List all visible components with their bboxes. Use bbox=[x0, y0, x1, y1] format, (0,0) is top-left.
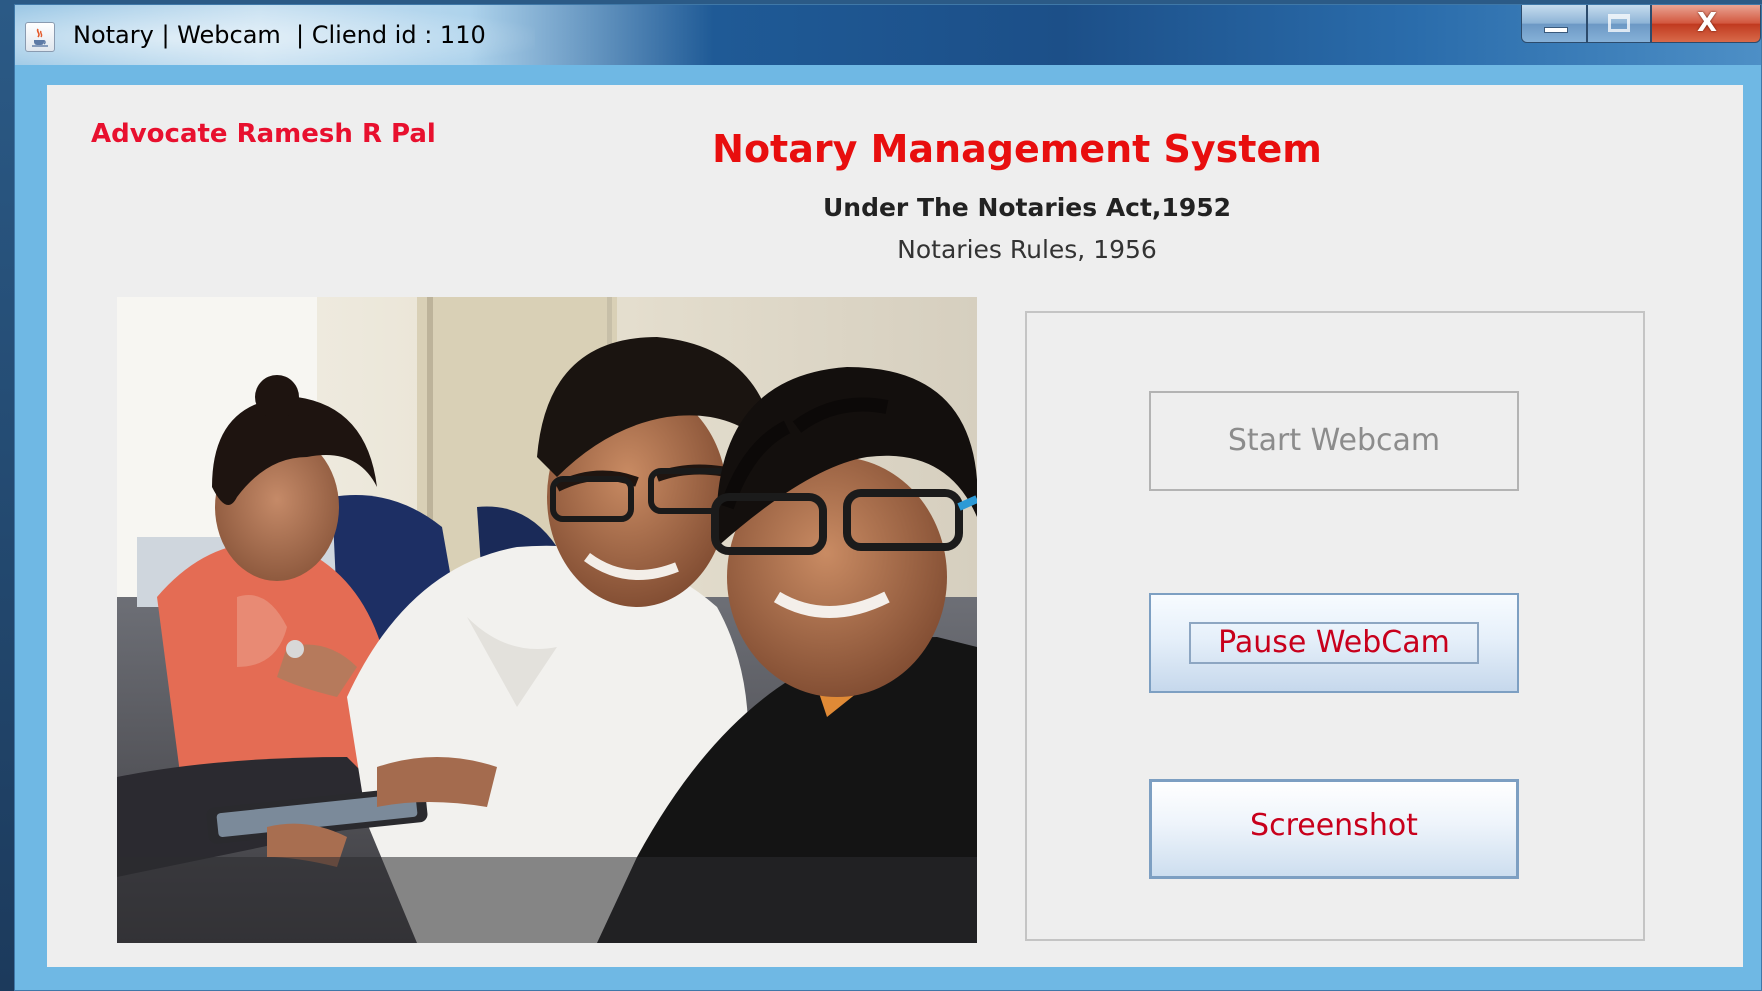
webcam-frame-image bbox=[117, 297, 977, 943]
desktop: Notary | Webcam | Cliend id : 110 X Advo… bbox=[0, 0, 1762, 991]
minimize-icon bbox=[1544, 27, 1568, 33]
close-icon: X bbox=[1696, 8, 1718, 38]
webcam-feed bbox=[117, 297, 977, 943]
title-bar[interactable]: Notary | Webcam | Cliend id : 110 X bbox=[15, 5, 1761, 65]
start-webcam-button[interactable]: Start Webcam bbox=[1149, 391, 1519, 491]
pause-webcam-label: Pause WebCam bbox=[1189, 622, 1479, 664]
maximize-icon bbox=[1608, 14, 1630, 32]
window-title: Notary | Webcam | Cliend id : 110 bbox=[73, 21, 486, 49]
window-controls: X bbox=[1521, 5, 1761, 43]
page-title: Notary Management System bbox=[712, 127, 1322, 171]
rules-subtitle: Notaries Rules, 1956 bbox=[897, 235, 1157, 264]
main-content-panel: Advocate Ramesh R Pal Notary Management … bbox=[47, 85, 1743, 967]
app-window: Notary | Webcam | Cliend id : 110 X Advo… bbox=[14, 4, 1762, 991]
advocate-name: Advocate Ramesh R Pal bbox=[91, 119, 436, 149]
close-button[interactable]: X bbox=[1651, 5, 1761, 43]
webcam-controls-panel: Start Webcam Pause WebCam Screenshot bbox=[1025, 311, 1645, 941]
maximize-button[interactable] bbox=[1587, 5, 1651, 43]
minimize-button[interactable] bbox=[1521, 5, 1587, 43]
java-cup-icon[interactable] bbox=[25, 22, 55, 52]
screenshot-button[interactable]: Screenshot bbox=[1149, 779, 1519, 879]
pause-webcam-button[interactable]: Pause WebCam bbox=[1149, 593, 1519, 693]
act-subtitle: Under The Notaries Act,1952 bbox=[822, 193, 1232, 222]
